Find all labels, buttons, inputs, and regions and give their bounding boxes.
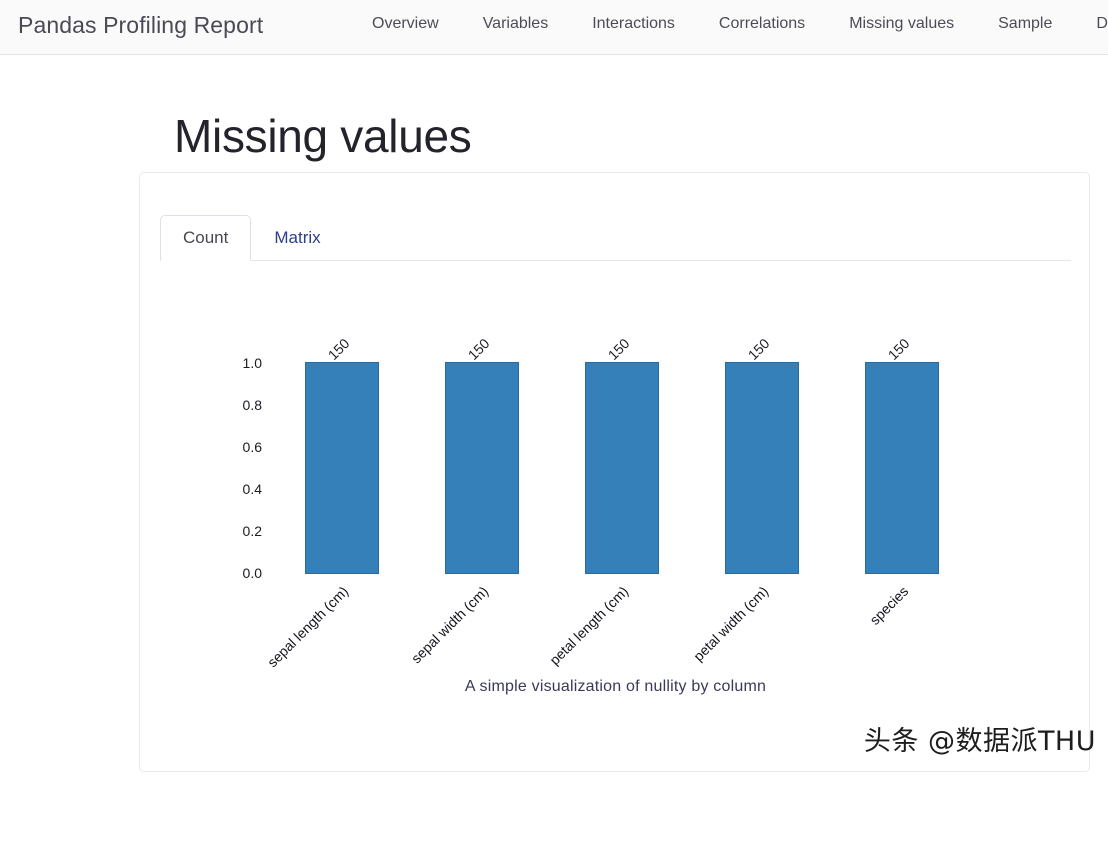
tab-count[interactable]: Count	[160, 215, 252, 261]
y-tick-1-0: 1.0	[242, 355, 262, 371]
main-navigation: Overview Variables Interactions Correlat…	[350, 15, 1108, 33]
bar-petal-length[interactable]	[585, 362, 659, 574]
x-tick-label-petal-width: petal width (cm)	[690, 583, 772, 665]
y-tick-0-6: 0.6	[242, 439, 262, 455]
page-title: Missing values	[174, 109, 472, 162]
bar-species[interactable]	[865, 362, 939, 574]
x-tick-label-sepal-width: sepal width (cm)	[407, 583, 492, 667]
nav-item-interactions[interactable]: Interactions	[570, 15, 697, 33]
nav-item-correlations[interactable]: Correlations	[697, 15, 827, 33]
bar-petal-width[interactable]	[725, 362, 799, 574]
bar-value-label-sepal-width: 150	[464, 335, 493, 363]
watermark: 头条 @数据派THU	[863, 726, 1096, 757]
x-tick-label-petal-length: petal length (cm)	[546, 583, 632, 669]
bar-value-label-sepal-length: 150	[324, 335, 353, 363]
bar-value-label-petal-length: 150	[604, 335, 633, 363]
y-tick-0-2: 0.2	[242, 523, 262, 539]
y-tick-0-4: 0.4	[242, 481, 262, 497]
nav-item-sample[interactable]: Sample	[976, 15, 1074, 33]
bar-value-label-petal-width: 150	[744, 335, 773, 363]
y-tick-0-0: 0.0	[242, 565, 262, 581]
tab-matrix[interactable]: Matrix	[251, 215, 343, 261]
nav-item-truncated[interactable]: D	[1074, 15, 1108, 33]
nav-item-overview[interactable]: Overview	[350, 15, 461, 33]
nav-item-variables[interactable]: Variables	[461, 15, 571, 33]
card-tab-bar: Count Matrix	[160, 213, 1071, 261]
chart-caption: A simple visualization of nullity by col…	[464, 678, 767, 695]
bar-sepal-width[interactable]	[445, 362, 519, 574]
x-tick-label-sepal-length: sepal length (cm)	[264, 583, 352, 671]
top-navbar: Pandas Profiling Report Overview Variabl…	[0, 0, 1108, 55]
y-tick-0-8: 0.8	[242, 397, 262, 413]
x-tick-label-species: species	[866, 583, 912, 628]
nullity-bar-chart: 1.0 0.8 0.6 0.4 0.2 0.0 150 150 150 150 …	[140, 273, 1091, 773]
navbar-inner: Pandas Profiling Report Overview Variabl…	[0, 0, 1108, 54]
nav-item-missing-values[interactable]: Missing values	[827, 15, 976, 33]
bar-value-label-species: 150	[884, 335, 913, 363]
bar-sepal-length[interactable]	[305, 362, 379, 574]
missing-values-card: Count Matrix 1.0 0.8 0.6 0.4 0.2 0.0 150…	[139, 172, 1090, 772]
brand-title: Pandas Profiling Report	[18, 12, 264, 38]
